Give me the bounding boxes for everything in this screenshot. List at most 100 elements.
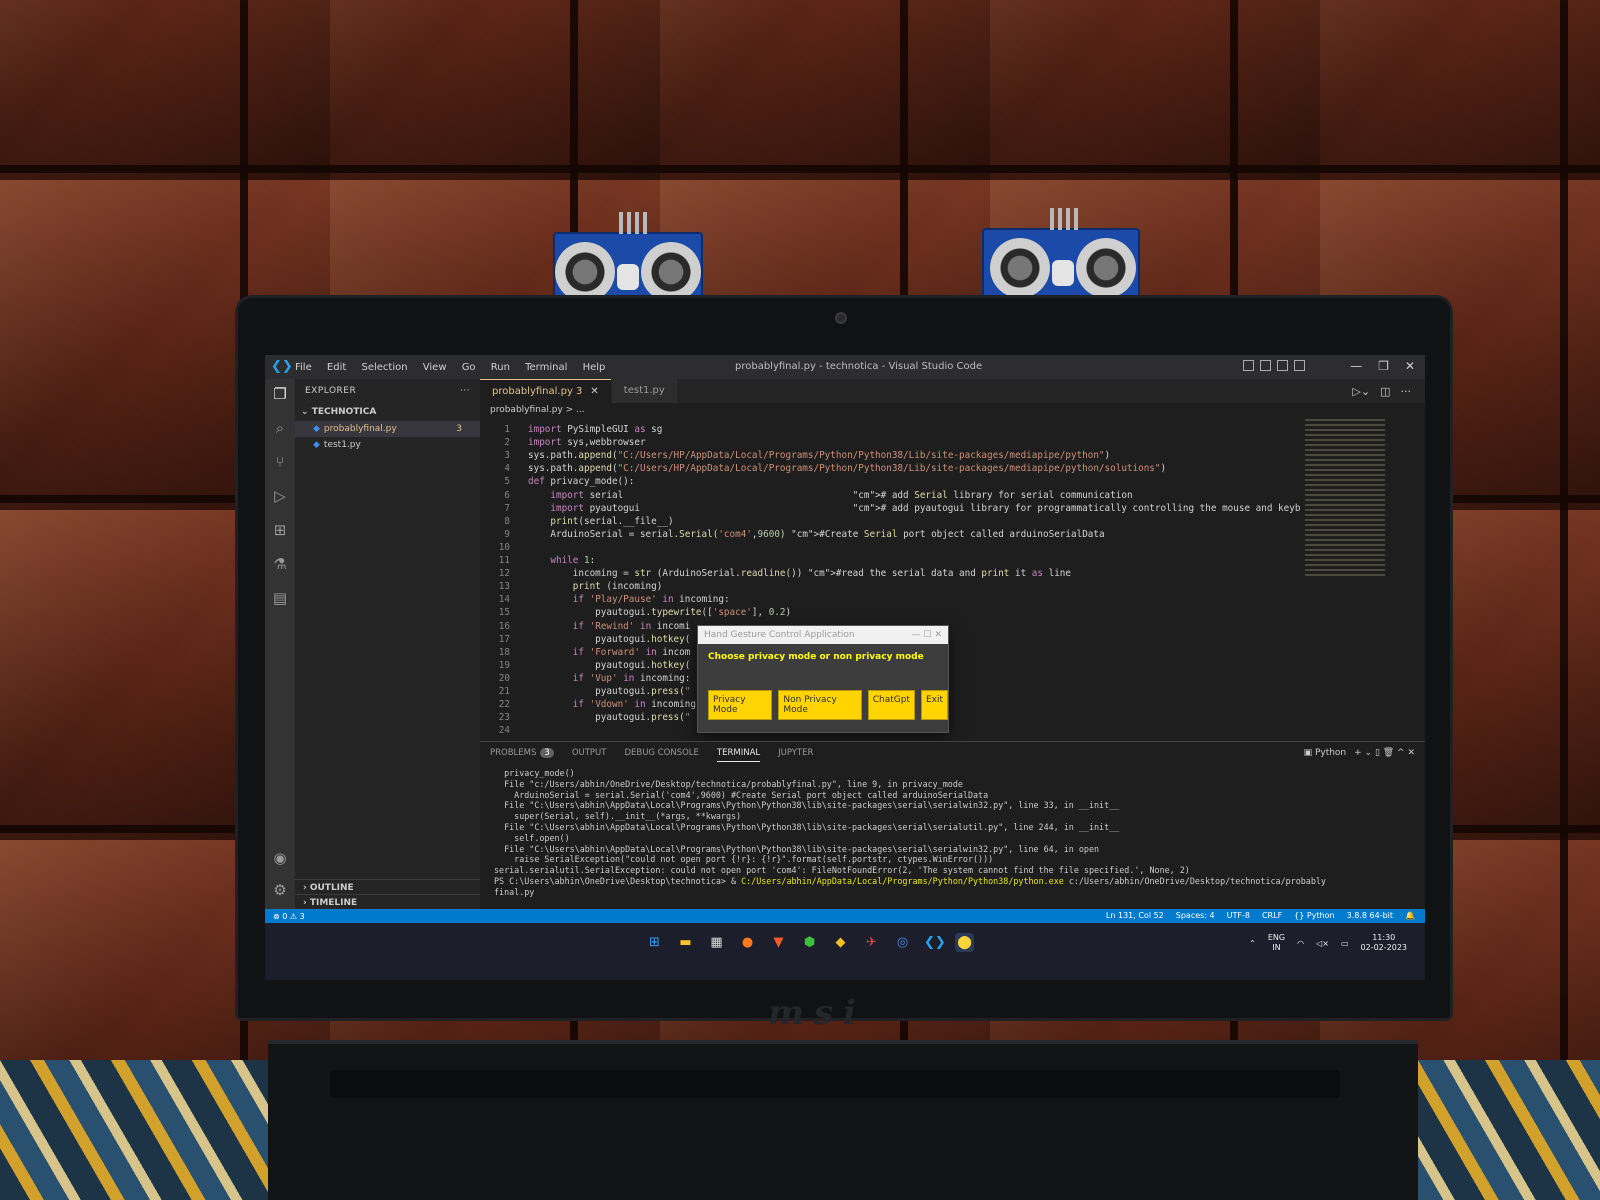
terminal-script-arg: c:/Users/abhin/OneDrive/Desktop/technoti… bbox=[1063, 875, 1326, 886]
indentation[interactable]: Spaces: 4 bbox=[1176, 911, 1215, 920]
dialog-title: Hand Gesture Control Application bbox=[704, 630, 855, 640]
folder-technotica[interactable]: ⌄ TECHNOTICA bbox=[295, 403, 480, 421]
editor-tabs: probablyfinal.py 3 ✕ test1.py ▷⌄ ◫ ··· bbox=[480, 379, 1425, 403]
language-code: ENG bbox=[1267, 933, 1286, 942]
file-item-probablyfinal[interactable]: ◆ probablyfinal.py 3 bbox=[295, 421, 480, 437]
customize-layout-icon[interactable] bbox=[1294, 360, 1305, 371]
tab-debug-console[interactable]: DEBUG CONSOLE bbox=[624, 748, 698, 762]
explorer-icon[interactable]: ❐ bbox=[271, 385, 289, 403]
cursor-position[interactable]: Ln 131, Col 52 bbox=[1106, 911, 1164, 920]
panel-action-buttons[interactable]: + ⌄ ▯ 🗑 ^ ✕ bbox=[1354, 748, 1415, 758]
terminal-line: File "C:\Users\abhin\AppData\Local\Progr… bbox=[494, 821, 1120, 832]
menu-help[interactable]: Help bbox=[583, 362, 606, 373]
menu-file[interactable]: File bbox=[295, 362, 312, 373]
encoding[interactable]: UTF-8 bbox=[1227, 911, 1250, 920]
terminal-line: self.open() bbox=[494, 832, 570, 843]
vscode-taskbar-icon[interactable]: ❮❯ bbox=[924, 933, 946, 952]
breadcrumb[interactable]: probablyfinal.py > ... bbox=[490, 405, 585, 415]
chatgpt-button[interactable]: ChatGpt bbox=[867, 690, 915, 720]
notifications-icon[interactable]: 🔔 bbox=[1405, 911, 1415, 920]
volume-muted-icon[interactable]: ◁× bbox=[1316, 939, 1329, 948]
account-icon[interactable]: ◉ bbox=[271, 849, 289, 867]
laptop-brand-logo: msi bbox=[768, 993, 867, 1033]
source-control-icon[interactable]: ⑂ bbox=[271, 453, 289, 471]
run-python-icon[interactable]: ▷⌄ bbox=[1352, 385, 1370, 398]
code-line: pyautogui.hotkey( bbox=[528, 659, 691, 671]
show-hidden-icons-icon[interactable]: ⌃ bbox=[1249, 939, 1256, 948]
menu-go[interactable]: Go bbox=[462, 362, 476, 373]
firefox-icon[interactable]: ● bbox=[738, 933, 757, 952]
tab-terminal[interactable]: TERMINAL bbox=[716, 748, 761, 762]
sensor-pin bbox=[1066, 208, 1070, 230]
toggle-sidebar-icon[interactable] bbox=[1243, 360, 1254, 371]
testing-icon[interactable]: ⚗ bbox=[271, 555, 289, 573]
tab-output[interactable]: OUTPUT bbox=[572, 748, 607, 762]
code-line: incoming = str (ArduinoSerial.readline()… bbox=[528, 568, 1071, 580]
run-debug-icon[interactable]: ▷ bbox=[271, 487, 289, 505]
python-interpreter[interactable]: 3.8.8 64-bit bbox=[1347, 911, 1393, 920]
dialog-message: Choose privacy mode or non privacy mode bbox=[708, 652, 924, 662]
android-studio-icon[interactable]: ⬢ bbox=[800, 933, 819, 952]
file-explorer-icon[interactable]: ▬ bbox=[676, 933, 695, 952]
code-line: import pyautogui "cm"># add pyautogui li… bbox=[550, 502, 1300, 514]
line-ending[interactable]: CRLF bbox=[1262, 911, 1282, 920]
close-window-button[interactable]: ✕ bbox=[1405, 359, 1415, 373]
brave-browser-icon[interactable]: ▼ bbox=[769, 933, 788, 952]
sensor-pin bbox=[1058, 208, 1062, 230]
tab-probablyfinal[interactable]: probablyfinal.py 3 ✕ bbox=[480, 379, 611, 403]
game-app-icon[interactable]: ✈ bbox=[862, 933, 881, 952]
toggle-secondary-sidebar-icon[interactable] bbox=[1277, 360, 1288, 371]
wifi-icon[interactable]: ◠ bbox=[1297, 939, 1304, 948]
python-taskbar-icon[interactable]: ⬤ bbox=[955, 933, 974, 952]
terminal-output[interactable]: privacy_mode() File "c:/Users/abhin/OneD… bbox=[494, 768, 1414, 898]
code-line: if 'Vup' in incoming: bbox=[572, 672, 691, 684]
menu-edit[interactable]: Edit bbox=[327, 362, 346, 373]
clock-date: 02-02-2023 bbox=[1360, 943, 1408, 952]
close-tab-icon[interactable]: ✕ bbox=[590, 386, 598, 397]
line-number: 13 bbox=[498, 581, 510, 593]
windows-start-icon[interactable]: ⊞ bbox=[645, 933, 664, 952]
terminal-shell-label[interactable]: ▣ Python bbox=[1304, 748, 1347, 758]
language-mode[interactable]: {} Python bbox=[1294, 911, 1334, 920]
microsoft-store-icon[interactable]: ▦ bbox=[707, 933, 726, 952]
tab-test1[interactable]: test1.py bbox=[611, 379, 677, 403]
battery-icon[interactable]: ▭ bbox=[1341, 939, 1349, 948]
search-icon[interactable]: ⌕ bbox=[271, 419, 289, 437]
menu-selection[interactable]: Selection bbox=[361, 362, 407, 373]
file-item-test1[interactable]: ◆ test1.py bbox=[295, 437, 480, 453]
line-number: 1 bbox=[504, 424, 510, 435]
panel-tabs: PROBLEMS 3 OUTPUT DEBUG CONSOLE TERMINAL … bbox=[490, 748, 813, 762]
menu-view[interactable]: View bbox=[423, 362, 447, 373]
minimap[interactable] bbox=[1305, 419, 1385, 579]
clock[interactable]: 11:30 02-02-2023 bbox=[1361, 933, 1408, 953]
exit-button[interactable]: Exit bbox=[920, 690, 948, 720]
line-number: 14 bbox=[498, 594, 510, 606]
menu-run[interactable]: Run bbox=[491, 362, 510, 373]
tab-jupyter[interactable]: JUPYTER bbox=[778, 748, 813, 762]
line-number: 9 bbox=[504, 528, 510, 540]
sticky-app-icon[interactable]: ◆ bbox=[831, 933, 850, 952]
tab-problems[interactable]: PROBLEMS 3 bbox=[490, 748, 554, 762]
problems-status[interactable]: ⊗ 0 ⚠ 3 bbox=[273, 912, 305, 921]
explorer-more-button[interactable]: ··· bbox=[460, 386, 470, 396]
split-editor-icon[interactable]: ◫ bbox=[1380, 385, 1390, 398]
input-language[interactable]: ENG IN bbox=[1268, 933, 1285, 953]
restore-button[interactable]: ❐ bbox=[1378, 359, 1389, 373]
sensor-pin bbox=[635, 212, 639, 234]
more-actions-icon[interactable]: ··· bbox=[1401, 385, 1412, 398]
laptop-base bbox=[268, 1040, 1418, 1200]
remote-explorer-icon[interactable]: ▤ bbox=[271, 589, 289, 607]
terminal-line: ArduinoSerial = serial.Serial('com4',960… bbox=[494, 789, 989, 800]
chrome-app-icon[interactable]: ◎ bbox=[893, 933, 912, 952]
menu-terminal[interactable]: Terminal bbox=[525, 362, 567, 373]
toggle-panel-icon[interactable] bbox=[1260, 360, 1271, 371]
dialog-window-controls[interactable]: — ☐ ✕ bbox=[912, 630, 942, 640]
privacy-mode-button[interactable]: Privacy Mode bbox=[708, 690, 773, 720]
line-number: 6 bbox=[504, 489, 510, 501]
terminal-python-path: C:/Users/abhin/AppData/Local/Programs/Py… bbox=[741, 875, 1064, 886]
extensions-icon[interactable]: ⊞ bbox=[271, 521, 289, 539]
minimize-button[interactable]: — bbox=[1350, 359, 1362, 373]
settings-gear-icon[interactable]: ⚙ bbox=[271, 881, 289, 899]
explorer-header: EXPLORER ··· bbox=[295, 379, 480, 403]
non-privacy-mode-button[interactable]: Non Privacy Mode bbox=[778, 690, 862, 720]
